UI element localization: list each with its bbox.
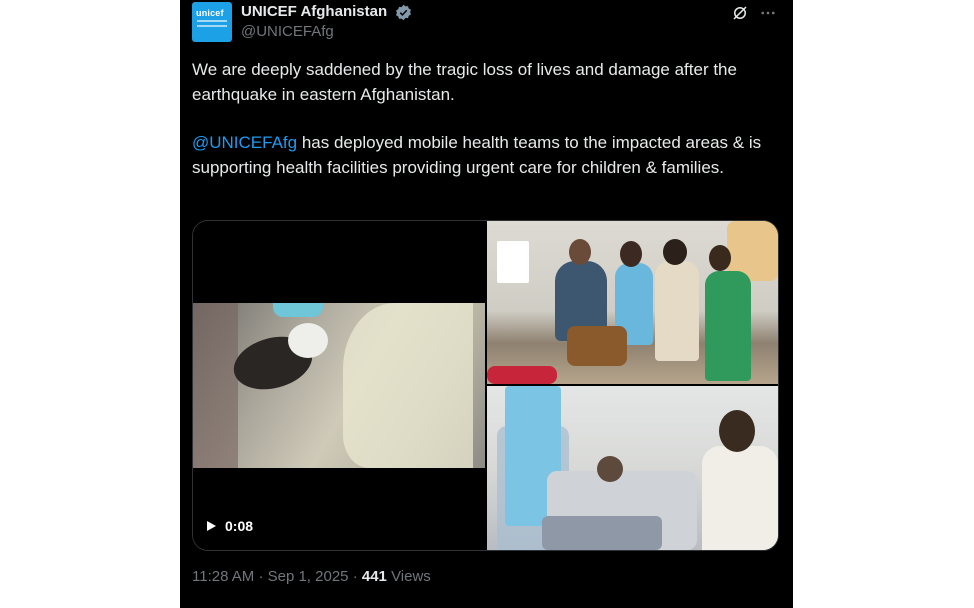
- views-label: Views: [391, 568, 431, 585]
- tweet-paragraph-1: We are deeply saddened by the tragic los…: [192, 60, 737, 104]
- mention-link[interactable]: @UNICEFAfg: [192, 133, 297, 152]
- user-handle[interactable]: @UNICEFAfg: [241, 23, 334, 40]
- play-icon: [207, 521, 216, 531]
- video-duration: 0:08: [225, 518, 254, 534]
- photo-patient-ward[interactable]: [487, 386, 778, 550]
- avatar-logo-lines: [197, 20, 227, 30]
- video-duration-badge[interactable]: 0:08: [205, 514, 253, 538]
- more-options-icon[interactable]: [758, 4, 778, 22]
- tweet-metadata: 11:28 AM · Sep 1, 2025 · 441 Views: [192, 568, 431, 585]
- avatar[interactable]: unicef: [192, 2, 232, 42]
- avatar-logo-text: unicef: [196, 8, 224, 18]
- display-name[interactable]: UNICEF Afghanistan: [241, 3, 387, 20]
- tweet-time[interactable]: 11:28 AM: [192, 568, 254, 585]
- tweet-text: We are deeply saddened by the tragic los…: [192, 58, 782, 180]
- grok-icon[interactable]: [731, 4, 749, 22]
- video-thumbnail: [193, 303, 485, 468]
- separator-dot: ·: [258, 568, 264, 585]
- photo-health-workers[interactable]: [487, 221, 778, 384]
- video-player[interactable]: 0:08: [193, 221, 485, 550]
- tweet-date[interactable]: Sep 1, 2025: [268, 568, 349, 585]
- tweet-card: unicef UNICEF Afghanistan @UNICEFAfg We …: [180, 0, 793, 608]
- views-count: 441: [361, 568, 387, 585]
- tweet-paragraph-2: @UNICEFAfg has deployed mobile health te…: [192, 131, 782, 180]
- separator-dot: ·: [352, 568, 358, 585]
- verified-badge-icon: [396, 4, 411, 21]
- media-grid: 0:08: [192, 220, 779, 551]
